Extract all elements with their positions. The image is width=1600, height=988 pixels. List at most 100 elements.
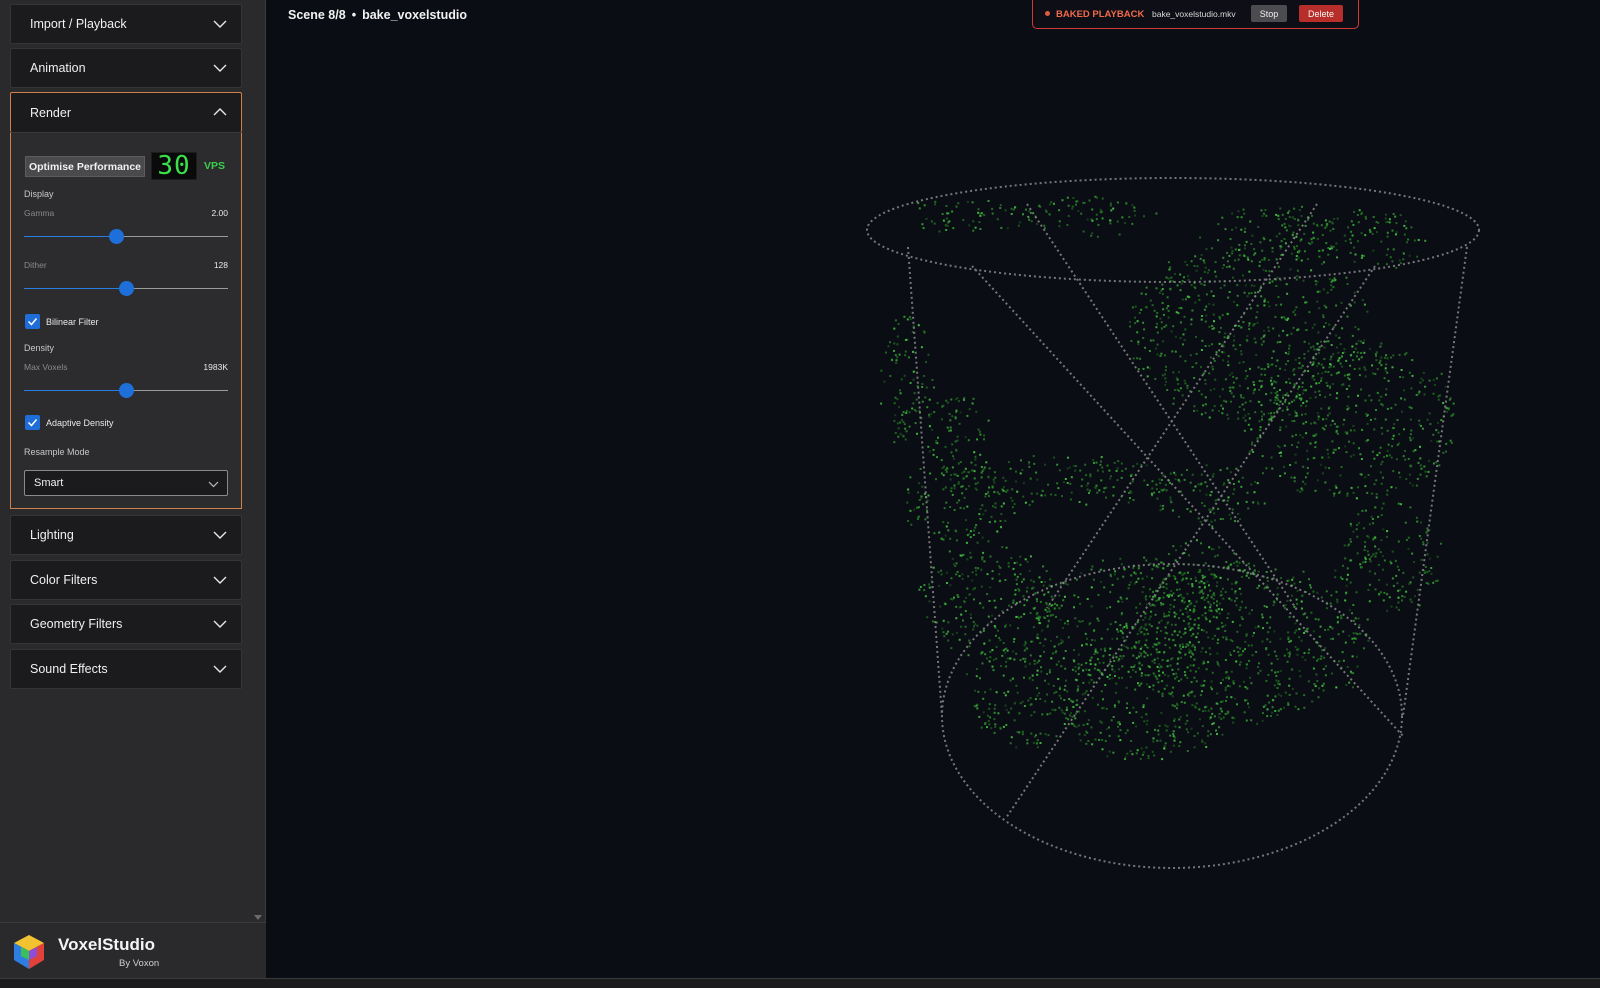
bilinear-filter-checkbox[interactable] xyxy=(25,314,40,329)
voxel-point xyxy=(1426,418,1429,421)
voxel-point xyxy=(1105,728,1108,731)
slider-thumb[interactable] xyxy=(119,281,134,296)
voxel-point xyxy=(1258,289,1261,292)
voxel-point xyxy=(1149,595,1151,598)
voxel-point xyxy=(907,356,910,359)
panel-sound-effects[interactable]: Sound Effects xyxy=(10,649,242,689)
max-voxels-slider[interactable] xyxy=(24,383,228,399)
voxel-point xyxy=(1395,458,1398,461)
sidebar-scrollbar[interactable] xyxy=(251,0,265,922)
voxel-point xyxy=(1179,645,1182,648)
voxel-point xyxy=(1200,473,1203,476)
voxel-point xyxy=(1399,376,1402,378)
gamma-slider[interactable] xyxy=(24,229,228,245)
voxel-point xyxy=(1271,363,1274,366)
voxel-point xyxy=(1298,209,1301,212)
panel-lighting[interactable]: Lighting xyxy=(10,515,242,555)
voxel-point xyxy=(1346,494,1349,497)
voxel-point xyxy=(1021,580,1023,583)
voxel-point xyxy=(1324,629,1327,631)
panel-render[interactable]: Render xyxy=(10,92,242,132)
voxel-point xyxy=(1077,667,1080,670)
voxel-point xyxy=(1438,394,1441,397)
voxel-point xyxy=(1082,669,1085,672)
voxel-point xyxy=(1355,591,1358,594)
voxel-point xyxy=(1196,632,1199,635)
voxel-point xyxy=(1305,432,1308,435)
resample-mode-select[interactable]: Smart xyxy=(24,470,228,496)
voxel-point xyxy=(1375,479,1378,482)
voxel-point xyxy=(1136,749,1139,752)
voxel-point xyxy=(923,204,926,207)
voxel-point xyxy=(1263,329,1266,332)
voxel-point xyxy=(1100,456,1103,459)
voxel-point xyxy=(1287,579,1290,582)
voxel-point xyxy=(1072,723,1075,726)
voxel-point xyxy=(1337,371,1340,374)
slider-thumb[interactable] xyxy=(119,383,134,398)
panel-import-playback[interactable]: Import / Playback xyxy=(10,4,242,44)
voxel-point xyxy=(1227,296,1230,299)
voxel-point xyxy=(1296,245,1298,248)
voxel-point xyxy=(1140,654,1143,657)
voxel-point xyxy=(1040,666,1042,669)
delete-button[interactable]: Delete xyxy=(1299,5,1343,22)
voxel-point xyxy=(977,208,980,211)
voxel-point xyxy=(1419,473,1422,476)
dither-slider[interactable] xyxy=(24,281,228,297)
voxel-viewport[interactable]: Scene 8/8 • bake_voxelstudio BAKED PLAYBAC… xyxy=(267,0,1600,978)
voxel-point xyxy=(1164,724,1167,727)
voxel-point xyxy=(1167,261,1170,264)
voxel-point xyxy=(1121,665,1124,668)
voxel-point xyxy=(952,457,955,460)
voxel-point xyxy=(1173,599,1176,601)
voxel-point xyxy=(1316,300,1319,303)
voxel-point xyxy=(1255,316,1258,319)
voxel-point xyxy=(1304,224,1307,227)
resample-mode-value: Smart xyxy=(34,477,64,489)
voxel-point xyxy=(1279,708,1282,711)
voxel-point xyxy=(1274,695,1277,698)
voxel-point xyxy=(1183,379,1186,382)
voxel-point xyxy=(1095,487,1098,490)
voxel-point xyxy=(1295,395,1298,398)
voxel-point xyxy=(1385,213,1387,216)
voxel-point xyxy=(1233,488,1236,491)
voxel-point xyxy=(1312,231,1315,234)
slider-thumb[interactable] xyxy=(108,229,124,244)
voxel-point xyxy=(1210,548,1213,551)
voxel-point xyxy=(1071,207,1074,210)
voxel-point xyxy=(1288,378,1291,380)
voxel-point xyxy=(1336,432,1339,435)
voxel-point xyxy=(1186,714,1189,717)
panel-geometry-filters[interactable]: Geometry Filters xyxy=(10,604,242,644)
voxel-point xyxy=(1267,329,1270,332)
stop-button[interactable]: Stop xyxy=(1251,5,1287,22)
voxel-render-canvas[interactable] xyxy=(267,0,1600,978)
voxel-point xyxy=(1152,645,1155,648)
voxel-point xyxy=(1070,491,1073,494)
voxel-point xyxy=(1021,700,1024,703)
voxel-point xyxy=(1040,670,1043,673)
scroll-down-arrow-icon[interactable] xyxy=(254,915,262,920)
voxel-point xyxy=(1207,636,1210,639)
voxel-point xyxy=(975,675,978,678)
adaptive-density-checkbox[interactable] xyxy=(25,415,40,430)
voxel-point xyxy=(1179,321,1182,324)
voxel-point xyxy=(1022,495,1025,498)
voxel-point xyxy=(1427,470,1430,473)
panel-color-filters[interactable]: Color Filters xyxy=(10,560,242,600)
voxel-point xyxy=(1195,680,1198,683)
voxel-point xyxy=(1161,302,1164,304)
voxel-point xyxy=(1029,697,1032,700)
voxel-point xyxy=(1041,713,1044,716)
optimise-performance-button[interactable]: Optimise Performance xyxy=(25,156,145,177)
panel-animation[interactable]: Animation xyxy=(10,48,242,88)
voxel-point xyxy=(975,668,978,670)
voxel-point xyxy=(1376,231,1378,234)
voxel-point xyxy=(1109,202,1112,205)
voxel-point xyxy=(1109,591,1112,594)
voxel-point xyxy=(1183,478,1186,481)
adaptive-density-label: Adaptive Density xyxy=(46,418,114,428)
voxel-point xyxy=(992,505,994,508)
